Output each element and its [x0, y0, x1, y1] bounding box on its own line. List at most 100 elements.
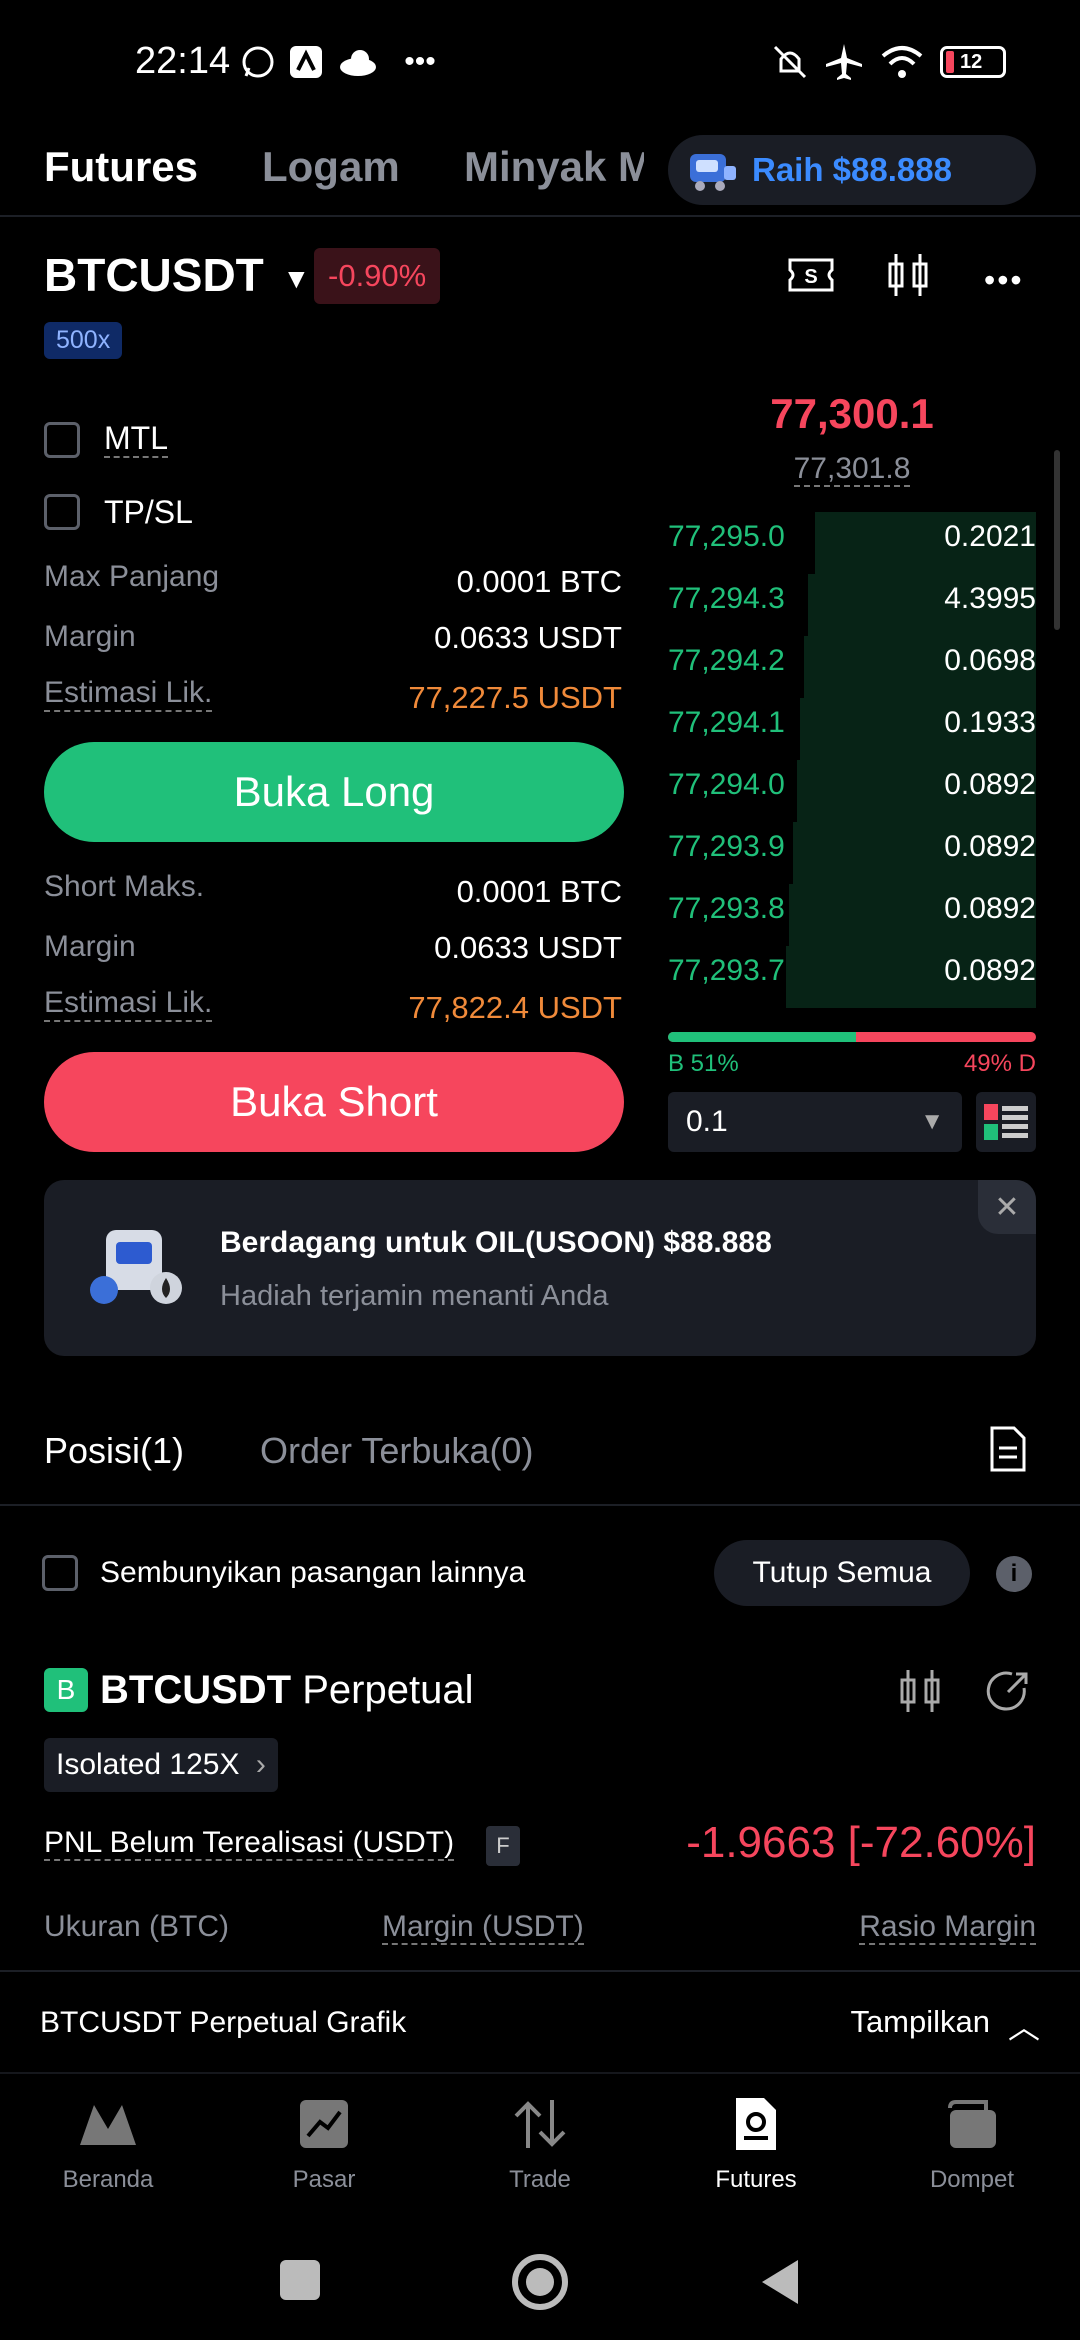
battery-icon: 12 — [940, 46, 1006, 78]
last-price: 77,300.1 — [770, 390, 934, 437]
orderbook-quantity[interactable]: 0.0892 — [944, 954, 1036, 988]
long-liq-label: Estimasi Lik. — [44, 676, 213, 712]
promo-card[interactable]: Berdagang untuk OIL(USOON) $88.888 Hadia… — [44, 1180, 1036, 1356]
orderbook-quantity[interactable]: 0.2021 — [944, 520, 1036, 554]
dropdown-arrow-icon: ▼ — [282, 262, 311, 294]
orderbook-quantity[interactable]: 0.0892 — [944, 830, 1036, 864]
depth-step-select[interactable]: 0.1 ▼ — [668, 1092, 962, 1152]
share-icon[interactable] — [984, 1666, 1034, 1716]
orderbook-price[interactable]: 77,293.7 — [668, 954, 785, 988]
divider — [0, 1504, 1080, 1506]
long-margin-label: Margin — [44, 620, 136, 653]
battery-level: 12 — [960, 50, 983, 73]
orderbook-price[interactable]: 77,294.3 — [668, 582, 785, 616]
airplane-mode-icon — [822, 42, 866, 82]
nav-trade[interactable]: Trade — [432, 2094, 648, 2194]
orderbook-price[interactable]: 77,293.9 — [668, 830, 785, 864]
system-navigation — [0, 2222, 1080, 2340]
tab-logam[interactable]: Logam — [262, 143, 400, 191]
more-options-icon[interactable]: ••• — [984, 262, 1024, 299]
svg-text:S: S — [804, 266, 817, 288]
nav-futures-label: Futures — [715, 2166, 797, 2193]
chart-banner-label: BTCUSDT Perpetual Grafik — [40, 2006, 407, 2039]
hide-other-pairs-checkbox[interactable] — [42, 1555, 78, 1591]
nav-dompet-label: Dompet — [929, 2166, 1015, 2193]
trade-arrows-icon — [432, 2094, 648, 2154]
orderbook-price[interactable]: 77,294.1 — [668, 706, 785, 740]
orderbook-price[interactable]: 77,293.8 — [668, 892, 785, 926]
margin-column-label-text: Margin (USDT) — [382, 1910, 584, 1945]
mtl-checkbox[interactable] — [44, 422, 80, 458]
leverage-badge: 500x — [44, 322, 123, 359]
depth-step-value: 0.1 — [686, 1105, 728, 1138]
short-liq-label: Estimasi Lik. — [44, 986, 213, 1022]
chevron-right-icon: › — [255, 1748, 266, 1781]
bottom-navigation: Beranda Pasar Trade Futures Dompet — [0, 2072, 1080, 2222]
order-history-icon[interactable] — [988, 1424, 1028, 1474]
position-chart-icon[interactable] — [896, 1666, 946, 1716]
short-margin-label: Margin — [44, 930, 136, 963]
symbol-selector[interactable]: BTCUSDT ▼ — [44, 248, 310, 302]
promo-label: Raih $88.888 — [752, 151, 952, 188]
close-icon[interactable]: ✕ — [978, 1180, 1036, 1234]
whatsapp-icon — [238, 42, 278, 82]
back-icon[interactable] — [760, 2258, 800, 2311]
chart-banner-action: Tampilkan — [850, 2004, 990, 2039]
nav-beranda[interactable]: Beranda — [0, 2094, 216, 2194]
margin-mode-button[interactable]: Isolated 125X › — [44, 1738, 278, 1792]
orderbook-price[interactable]: 77,294.2 — [668, 644, 785, 678]
recents-icon[interactable] — [280, 2260, 320, 2300]
orderbook-layout-icon[interactable] — [976, 1092, 1036, 1152]
position-title[interactable]: BTCUSDT Perpetual — [100, 1668, 473, 1713]
ticket-icon[interactable]: S — [786, 250, 836, 300]
tab-positions[interactable]: Posisi(1) — [44, 1430, 184, 1472]
pnl-label-text: PNL Belum Terealisasi (USDT) — [44, 1826, 455, 1861]
short-margin-value: 0.0633 USDT — [434, 930, 622, 965]
open-short-button[interactable]: Buka Short — [44, 1052, 624, 1152]
pnl-flag-badge[interactable]: F — [486, 1826, 520, 1866]
short-liq-value: 77,822.4 USDT — [408, 990, 622, 1025]
position-symbol: BTCUSDT — [100, 1668, 292, 1712]
tab-futures[interactable]: Futures — [44, 143, 198, 191]
orderbook-price[interactable]: 77,294.0 — [668, 768, 785, 802]
nav-pasar-label: Pasar — [292, 2166, 356, 2193]
long-liq-value: 77,227.5 USDT — [408, 680, 622, 715]
orderbook-quantity[interactable]: 0.1933 — [944, 706, 1036, 740]
open-long-button[interactable]: Buka Long — [44, 742, 624, 842]
home-button-icon[interactable] — [512, 2254, 568, 2310]
nav-pasar[interactable]: Pasar — [216, 2094, 432, 2194]
orderbook-quantity[interactable]: 0.0698 — [944, 644, 1036, 678]
nav-dompet[interactable]: Dompet — [864, 2094, 1080, 2194]
pnl-label: PNL Belum Terealisasi (USDT) — [44, 1826, 455, 1861]
tpsl-label: TP/SL — [104, 494, 193, 530]
promo-card-subtitle: Hadiah terjamin menanti Anda — [220, 1280, 609, 1312]
robot-truck-icon — [690, 154, 736, 191]
mute-icon — [770, 42, 810, 82]
max-long-label: Max Panjang — [44, 560, 220, 593]
max-short-label: Short Maks. — [44, 870, 205, 903]
market-chart-icon — [216, 2094, 432, 2154]
info-icon[interactable]: i — [996, 1556, 1032, 1592]
symbol-name: BTCUSDT — [44, 249, 264, 301]
orderbook-price[interactable]: 77,295.0 — [668, 520, 785, 554]
promo-reward-button[interactable]: Raih $88.888 — [668, 135, 1036, 205]
status-bar: 22:14 ••• 12 — [0, 0, 1080, 120]
orderbook-quantity[interactable]: 0.0892 — [944, 892, 1036, 926]
margin-mode-label: Isolated 125X — [56, 1748, 240, 1781]
nav-futures[interactable]: Futures — [648, 2094, 864, 2194]
nav-trade-label: Trade — [509, 2166, 571, 2193]
margin-column-label: Margin (USDT) — [382, 1910, 584, 1945]
chart-banner[interactable]: BTCUSDT Perpetual Grafik Tampilkan ︿ — [0, 1970, 1080, 2072]
tab-open-orders[interactable]: Order Terbuka(0) — [260, 1430, 533, 1472]
close-all-button[interactable]: Tutup Semua — [714, 1540, 970, 1606]
robot-oil-icon — [86, 1218, 186, 1318]
orderbook-scrollbar[interactable] — [1054, 450, 1060, 630]
candlestick-chart-icon[interactable] — [884, 250, 934, 300]
orderbook-quantity[interactable]: 4.3995 — [944, 582, 1036, 616]
status-time: 22:14 — [135, 40, 231, 82]
more-notifications-icon: ••• — [404, 45, 436, 78]
buy-sell-ratio-bar — [668, 1032, 1036, 1042]
tab-minyak[interactable]: Minyak M — [464, 143, 644, 191]
orderbook-quantity[interactable]: 0.0892 — [944, 768, 1036, 802]
tpsl-checkbox[interactable] — [44, 494, 80, 530]
